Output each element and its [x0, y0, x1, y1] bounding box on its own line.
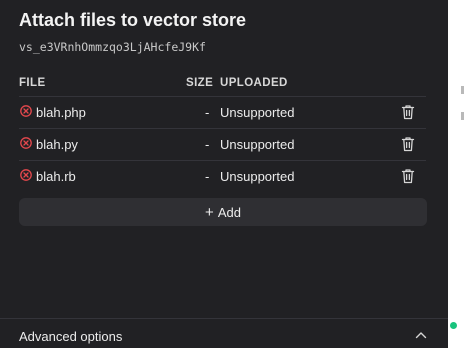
table-row: blah.rb - Unsupported — [19, 161, 426, 192]
error-circle-x-icon — [20, 105, 32, 117]
column-header-file: FILE — [19, 77, 46, 89]
screen: Attach files to vector store vs_e3VRnhOm… — [0, 0, 474, 348]
status-indicator-dot — [450, 322, 457, 329]
upload-status: Unsupported — [220, 169, 295, 184]
column-header-uploaded: UPLOADED — [220, 77, 288, 89]
file-name: blah.rb — [36, 169, 76, 184]
error-circle-x-icon — [20, 137, 32, 149]
background-page-edge — [448, 0, 474, 348]
column-header-size: SIZE — [186, 77, 214, 89]
table-header: FILE SIZE UPLOADED — [19, 72, 426, 97]
chevron-up-icon — [415, 332, 427, 339]
file-name: blah.php — [36, 105, 86, 120]
file-name: blah.py — [36, 137, 78, 152]
upload-status: Unsupported — [220, 105, 295, 120]
trash-icon — [401, 137, 415, 152]
add-file-button[interactable]: + Add — [19, 198, 427, 226]
vector-store-id: vs_e3VRnhOmmzqo3LjAHcfeJ9Kf — [19, 40, 206, 54]
file-size: - — [205, 169, 210, 184]
delete-file-button[interactable] — [400, 103, 416, 121]
file-size: - — [205, 105, 210, 120]
files-table: FILE SIZE UPLOADED blah.php - Unsupporte… — [19, 72, 426, 192]
trash-icon — [401, 105, 415, 120]
background-text-fragment — [461, 86, 464, 94]
dialog-title: Attach files to vector store — [19, 10, 247, 30]
table-row: blah.php - Unsupported — [19, 97, 426, 129]
delete-file-button[interactable] — [400, 135, 416, 153]
delete-file-button[interactable] — [400, 167, 416, 185]
attach-files-dialog: Attach files to vector store vs_e3VRnhOm… — [0, 0, 448, 348]
trash-icon — [401, 169, 415, 184]
background-text-fragment — [461, 112, 464, 120]
upload-status: Unsupported — [220, 137, 295, 152]
plus-icon: + — [205, 203, 214, 221]
add-button-label: Add — [217, 204, 241, 220]
advanced-options-toggle[interactable]: Advanced options — [0, 318, 448, 348]
error-circle-x-icon — [20, 169, 32, 181]
table-row: blah.py - Unsupported — [19, 129, 426, 161]
advanced-options-label: Advanced options — [19, 329, 123, 344]
file-size: - — [205, 137, 210, 152]
